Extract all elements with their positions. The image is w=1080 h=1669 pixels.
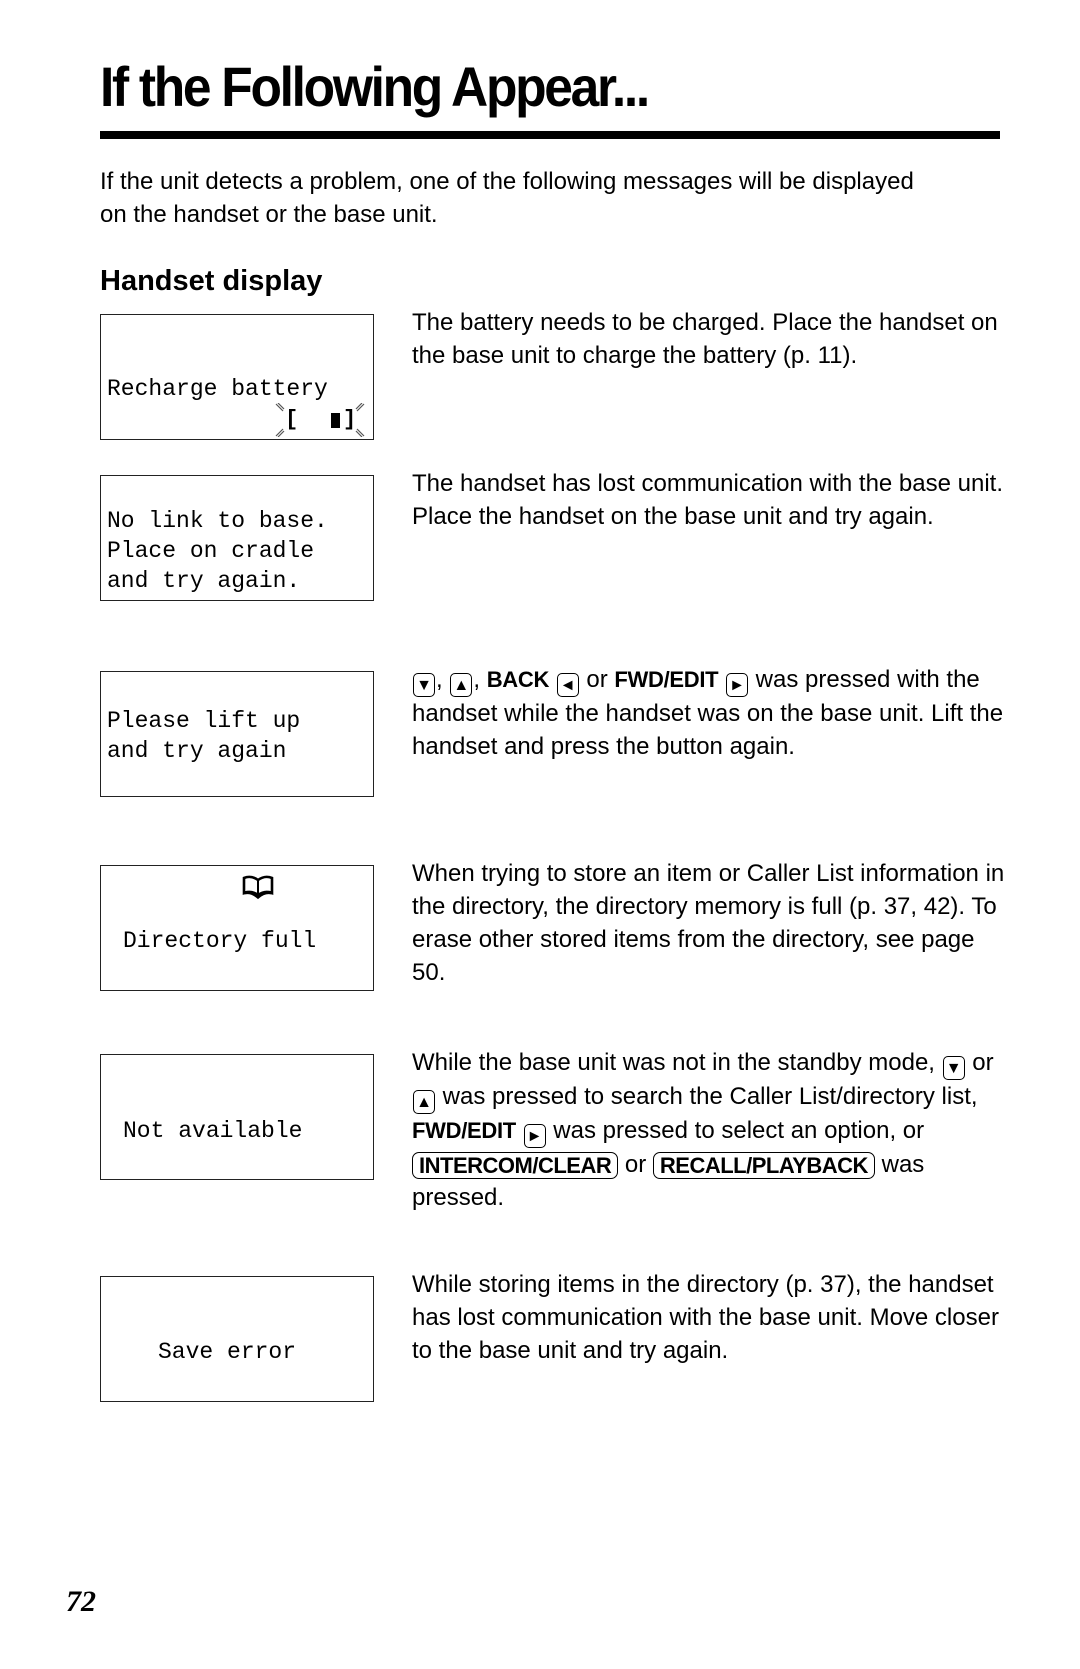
battery-bracket-right: ] (343, 407, 357, 432)
battery-segment (331, 413, 340, 428)
page-title: If the Following Appear... (100, 55, 650, 118)
lcd-display: Please lift up and try again (100, 671, 374, 797)
flash-mark-icon (275, 428, 285, 437)
directory-book-icon (242, 875, 274, 900)
lcd-display: No link to base. Place on cradle and try… (100, 475, 374, 601)
left-arrow-key-icon: ◄ (556, 673, 579, 697)
lcd-display: Not available (100, 1054, 374, 1180)
fwd-edit-key-label: FWD/EDIT (614, 667, 719, 692)
lcd-line: Save error (158, 1339, 297, 1365)
text: , (473, 666, 487, 693)
text: While the base unit was not in the stand… (412, 1049, 942, 1076)
lcd-line: Please lift up (107, 708, 301, 734)
message-description: The handset has lost communication with … (412, 470, 1003, 530)
lcd-display: Directory full (100, 865, 374, 991)
battery-low-flashing-icon: [ ] (275, 403, 367, 437)
flash-mark-icon (355, 403, 365, 412)
lcd-line: Recharge battery (107, 376, 328, 402)
lcd-line: Place on cradle (107, 538, 315, 564)
recall-playback-key: RECALL/PLAYBACK (652, 1152, 875, 1179)
page-number: 72 (66, 1585, 96, 1618)
message-description: ▼, ▲, BACK ◄ or FWD/EDIT ► was pressed w… (412, 663, 1012, 763)
fwd-edit-key-label: FWD/EDIT (412, 1118, 516, 1143)
down-arrow-key-icon: ▼ (942, 1056, 965, 1080)
intro-paragraph: If the unit detects a problem, one of th… (100, 168, 914, 228)
lcd-display: Save error (100, 1276, 374, 1402)
text: or (579, 666, 615, 693)
right-arrow-key-icon: ► (523, 1124, 546, 1148)
text: or (965, 1049, 994, 1076)
title-rule (100, 131, 1000, 139)
up-arrow-key-icon: ▲ (413, 1090, 435, 1114)
down-arrow-key-icon: ▼ (413, 673, 435, 697)
lcd-line: Not available (123, 1118, 303, 1144)
flash-mark-icon (355, 428, 365, 437)
lcd-line: and try again. (107, 568, 301, 594)
back-key-label: BACK (486, 667, 550, 692)
right-arrow-key-icon: ► (726, 673, 748, 697)
intercom-clear-key: INTERCOM/CLEAR (412, 1152, 619, 1179)
text: , (436, 666, 450, 693)
section-heading-handset-display: Handset display (100, 265, 323, 297)
message-description: While the base unit was not in the stand… (412, 1046, 1012, 1214)
flash-mark-icon (275, 403, 285, 412)
message-description: When trying to store an item or Caller L… (412, 860, 1005, 986)
text: was pressed to search the Caller List/di… (436, 1083, 978, 1110)
message-description: While storing items in the directory (p.… (412, 1271, 999, 1364)
lcd-line: Directory full (123, 928, 317, 954)
lcd-display: Recharge battery [ ] (100, 314, 374, 440)
battery-bracket-left: [ (285, 407, 299, 432)
message-description: The battery needs to be charged. Place t… (412, 309, 998, 369)
lcd-line: and try again (107, 738, 287, 764)
up-arrow-key-icon: ▲ (450, 673, 473, 697)
text: or (618, 1151, 653, 1178)
text: was pressed to select an option, or (546, 1117, 925, 1144)
lcd-line: No link to base. (107, 508, 328, 534)
